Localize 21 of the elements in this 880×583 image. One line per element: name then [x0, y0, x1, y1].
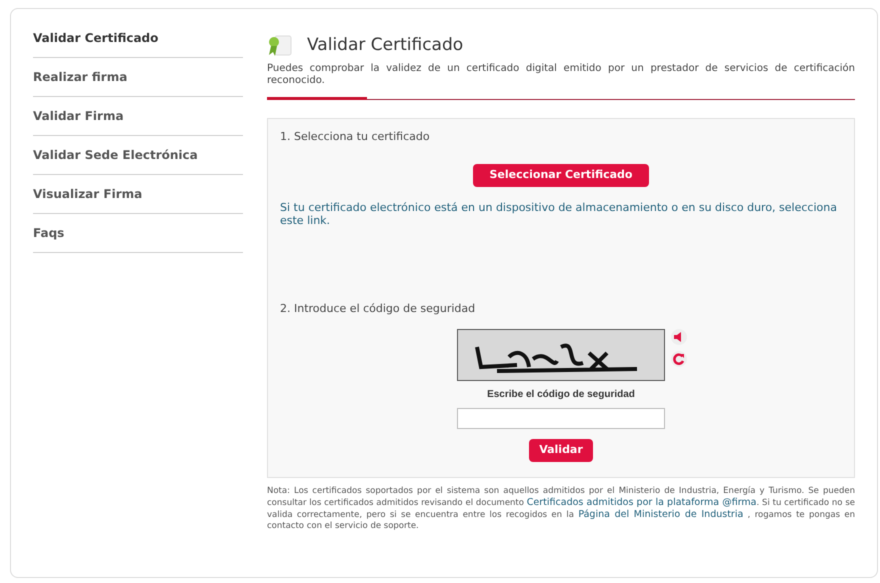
- step-heading: 2. Introduce el código de seguridad: [280, 301, 476, 317]
- page-title: Validar Certificado: [307, 34, 464, 57]
- sidebar-item[interactable]: Validar Firma: [33, 97, 243, 136]
- sidebar-item[interactable]: Faqs: [33, 214, 243, 253]
- security-code-field[interactable]: [457, 408, 665, 428]
- sidebar-item[interactable]: Visualizar Firma: [33, 175, 243, 214]
- speaker-icon[interactable]: [671, 328, 687, 344]
- sidebar-item[interactable]: Validar Certificado: [33, 19, 243, 58]
- storage-device-link[interactable]: Si tu certificado electrónico está en un dispositivo de almacenamiento o en su disco duro, selecciona este link.: [280, 201, 842, 227]
- note-link[interactable]: Certificados admitidos por la plataforma @firma: [526, 496, 757, 508]
- refresh-icon[interactable]: [671, 350, 687, 366]
- note-link[interactable]: Página del Ministerio de Industria: [578, 508, 744, 520]
- sidebar-item[interactable]: Validar Sede Electrónica: [33, 136, 243, 175]
- validate-button[interactable]: Validar: [529, 438, 593, 462]
- certificate-icon: [267, 34, 293, 57]
- select-certificate-button[interactable]: Seleccionar Certificado: [473, 164, 648, 187]
- note-text: Nota: Los certificados soportados por el sistema son aquellos admitidos por el Ministerio de Industria, Energía y Turismo. Se pueden consultar los certificados admitidos revisando el documento Certificados admitidos por la plataforma @firma. Si tu certificado no se valida correctamente, pero si se encuentra entre los recogidos en la Página del Ministerio de Industria , rogamos te pongas en contacto con el servicio de soporte.: [267, 486, 855, 532]
- page-description: Puedes comprobar la validez de un certificado digital emitido por un prestador de servicios de certificación reconocido.: [267, 62, 855, 86]
- step-heading: 1. Selecciona tu certificado: [280, 128, 431, 144]
- field-label: Escribe el código de seguridad: [487, 388, 635, 402]
- sidebar-item[interactable]: Realizar firma: [33, 58, 243, 97]
